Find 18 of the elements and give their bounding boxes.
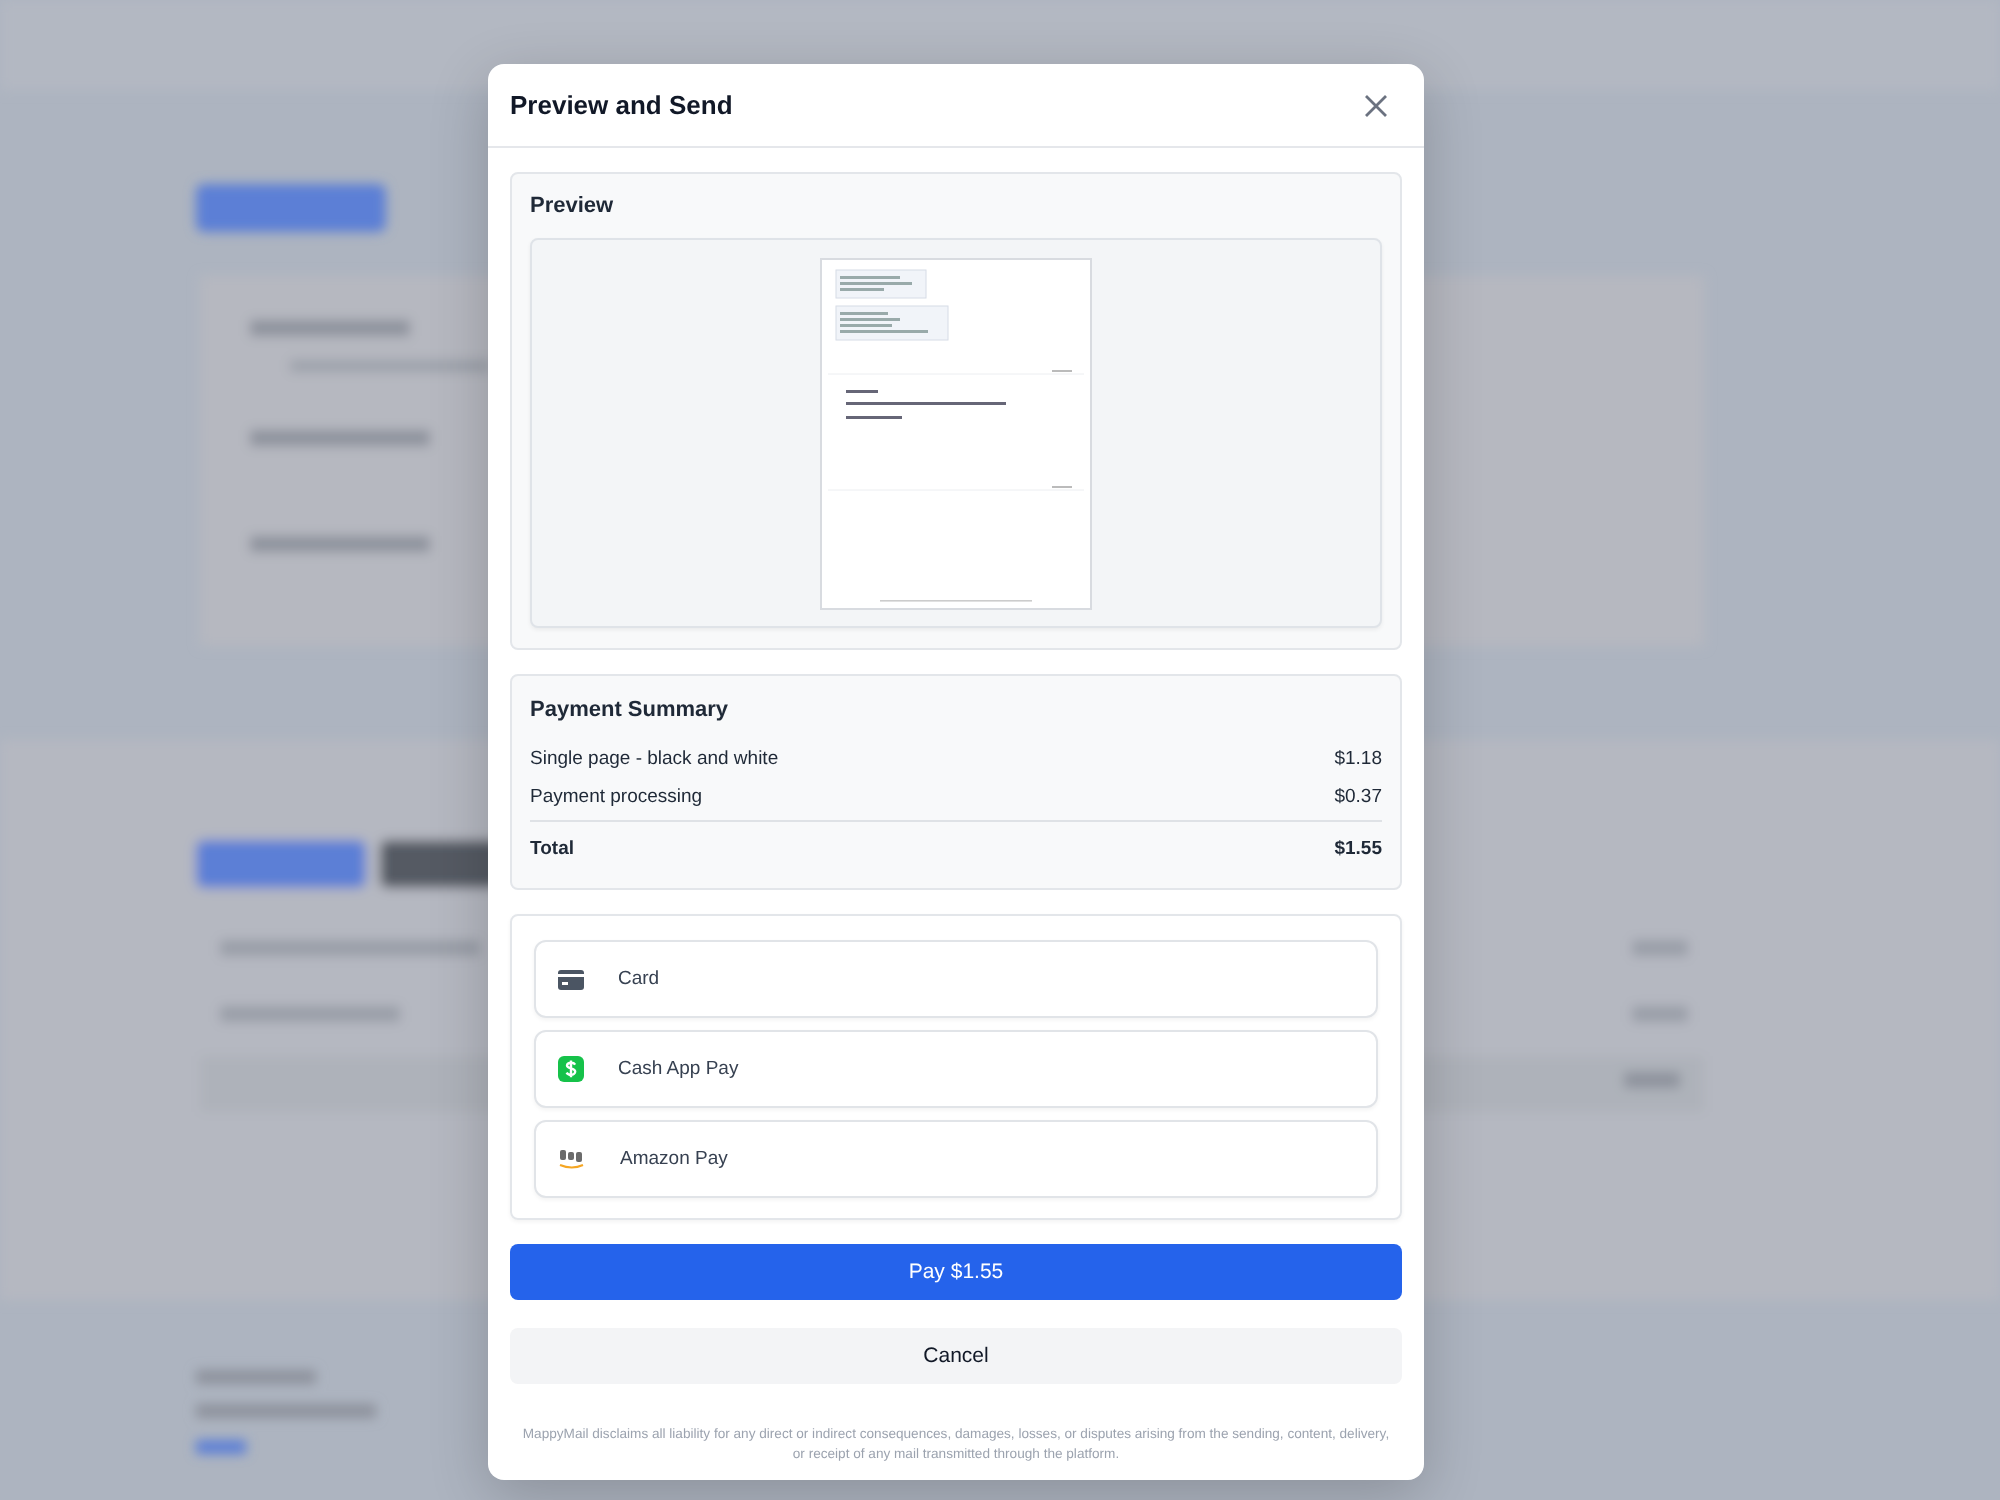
close-icon[interactable]: [1364, 93, 1388, 117]
payment-method-option[interactable]: Amazon Pay: [534, 1120, 1378, 1198]
section-heading: Payment Summary: [530, 698, 731, 722]
pay-logo-icon: [558, 1147, 586, 1171]
line-label: Payment processing: [530, 786, 703, 808]
line-label: Single page - black and white: [530, 748, 779, 770]
pay-button[interactable]: Pay $1.55: [510, 1244, 1402, 1300]
payment-method-option[interactable]: Cash App Pay: [534, 1030, 1378, 1108]
section-heading: Preview: [530, 194, 616, 218]
line-amount: $1.18: [1334, 748, 1382, 770]
line-amount: $0.37: [1334, 786, 1382, 808]
cancel-button[interactable]: Cancel: [510, 1328, 1402, 1384]
payment-method-option[interactable]: Card: [534, 940, 1378, 1018]
credit-card-icon: [558, 969, 584, 989]
dialog-title: Preview and Send: [510, 90, 733, 120]
line-label: Total: [530, 837, 574, 859]
dollar-icon: [558, 1056, 584, 1082]
line-amount: $1.55: [1334, 837, 1382, 859]
